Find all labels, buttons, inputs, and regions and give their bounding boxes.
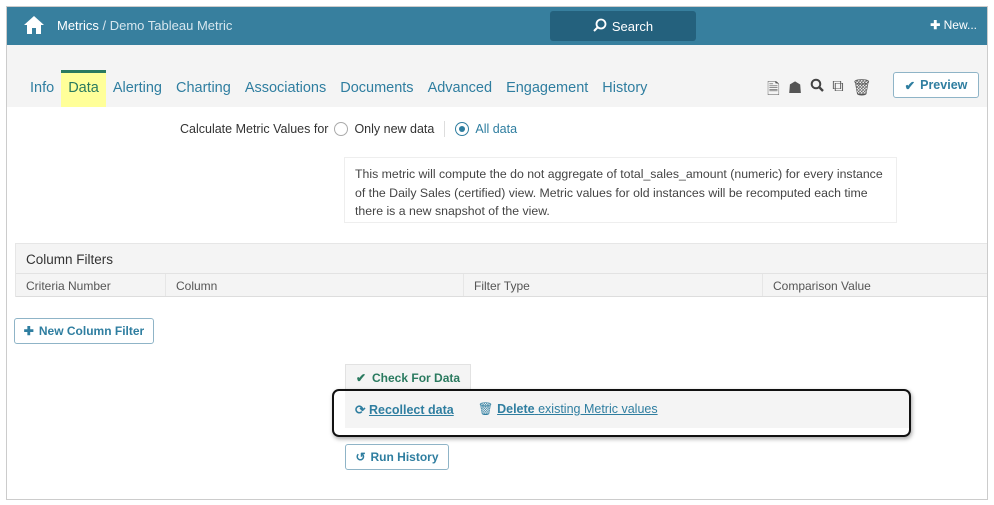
home-icon[interactable] bbox=[23, 15, 45, 40]
hierarchy-icon[interactable]: ☗ bbox=[788, 78, 802, 105]
tab-info[interactable]: Info bbox=[23, 70, 61, 107]
document-icon[interactable]: 🗎 bbox=[767, 78, 780, 105]
tab-charting[interactable]: Charting bbox=[169, 70, 238, 107]
search-icon[interactable] bbox=[810, 78, 825, 105]
col-filter-type: Filter Type bbox=[464, 274, 763, 296]
trash-icon[interactable]: 🗑 bbox=[852, 78, 872, 105]
search-label: Search bbox=[611, 18, 654, 34]
divider bbox=[444, 121, 446, 137]
metric-description: This metric will compute the do not aggr… bbox=[344, 157, 897, 223]
tab-bar: Info Data Alerting Charting Associations Docu… bbox=[7, 45, 987, 107]
tab-engagement[interactable]: Engagement bbox=[499, 70, 595, 107]
breadcrumb-metrics[interactable]: Metrics bbox=[57, 18, 99, 33]
new-column-filter-button[interactable]: ✚ New Column Filter bbox=[14, 318, 154, 344]
run-history-button[interactable]: ↺ Run History bbox=[345, 444, 449, 470]
preview-label: Preview bbox=[920, 78, 968, 92]
run-history-label: Run History bbox=[370, 450, 439, 464]
check-icon: ✔ bbox=[355, 370, 367, 385]
check-icon: ✔ bbox=[904, 78, 916, 93]
column-filters-panel: Column Filters Criteria Number Column Fi… bbox=[15, 243, 987, 297]
option-only-new-label: Only new data bbox=[354, 122, 435, 136]
column-filters-title: Column Filters bbox=[26, 252, 114, 267]
new-filter-label: New Column Filter bbox=[38, 324, 145, 338]
app-window: Metrics / Demo Tableau Metric Search ✚ N… bbox=[6, 6, 988, 500]
new-button[interactable]: ✚ New... bbox=[930, 18, 977, 32]
col-comparison: Comparison Value bbox=[773, 279, 871, 293]
copy-icon[interactable]: ⧉ bbox=[832, 78, 843, 105]
tab-associations[interactable]: Associations bbox=[238, 70, 333, 107]
plus-icon: ✚ bbox=[930, 18, 941, 32]
top-bar: Metrics / Demo Tableau Metric Search ✚ N… bbox=[7, 7, 987, 45]
tab-documents[interactable]: Documents bbox=[333, 70, 420, 107]
check-for-data-button[interactable]: ✔ Check For Data bbox=[345, 364, 471, 390]
search-button[interactable]: Search bbox=[550, 11, 696, 41]
calculate-options: Calculate Metric Values for Only new dat… bbox=[180, 121, 517, 137]
col-column: Column bbox=[166, 274, 464, 296]
tab-data[interactable]: Data bbox=[61, 70, 106, 107]
plus-icon: ✚ bbox=[23, 324, 34, 338]
radio-only-new[interactable] bbox=[334, 122, 349, 136]
tab-advanced[interactable]: Advanced bbox=[421, 70, 500, 107]
filters-table-header: Criteria Number Column Filter Type Compa… bbox=[16, 273, 987, 297]
option-all-label: All data bbox=[475, 122, 518, 136]
calc-label: Calculate Metric Values for bbox=[180, 122, 329, 136]
breadcrumb-current: / Demo Tableau Metric bbox=[102, 18, 233, 33]
preview-button[interactable]: ✔ Preview bbox=[893, 72, 979, 98]
breadcrumb: Metrics / Demo Tableau Metric bbox=[57, 18, 232, 33]
toolbar-icons: 🗎 ☗ ⧉ 🗑 bbox=[767, 78, 872, 105]
search-icon bbox=[593, 18, 607, 35]
col-criteria: Criteria Number bbox=[16, 274, 166, 296]
tab-history[interactable]: History bbox=[595, 70, 654, 107]
tab-alerting[interactable]: Alerting bbox=[106, 70, 169, 107]
history-icon: ↺ bbox=[355, 450, 366, 464]
radio-all-data[interactable] bbox=[455, 122, 470, 136]
highlight-annotation bbox=[332, 389, 911, 437]
new-label: New... bbox=[943, 18, 977, 32]
check-label: Check For Data bbox=[372, 370, 461, 385]
